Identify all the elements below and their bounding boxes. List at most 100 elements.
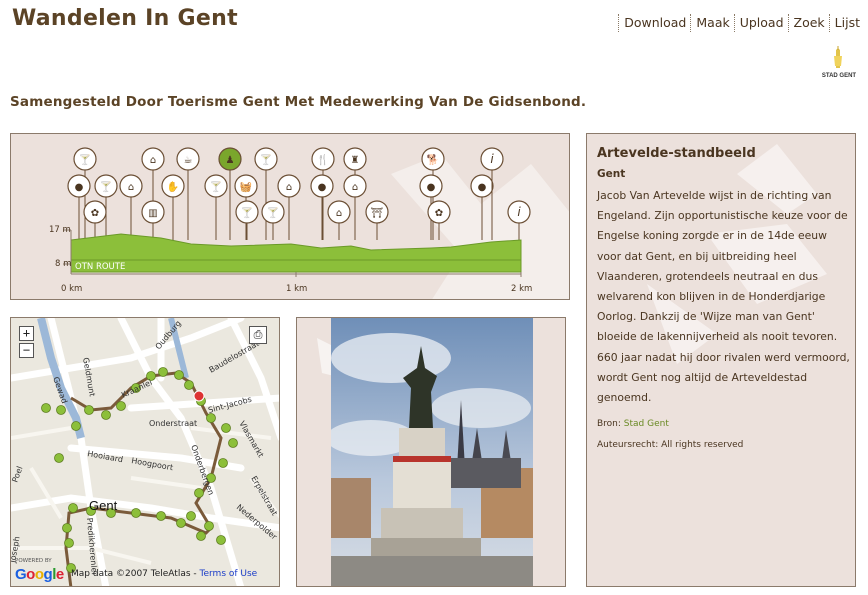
route-point-marker[interactable] <box>196 531 206 541</box>
y-label-17: 17 m <box>49 225 71 235</box>
wine-poi-icon[interactable]: 🍸 <box>204 174 228 240</box>
zoom-in-button[interactable]: + <box>19 326 34 341</box>
photo-panel <box>296 317 566 587</box>
route-point-marker[interactable] <box>68 503 78 513</box>
route-label: OTN ROUTE <box>75 262 125 272</box>
svg-text:⌂: ⌂ <box>286 182 292 193</box>
temple-poi-icon[interactable]: ⛩ <box>365 200 389 240</box>
google-logo[interactable]: Google <box>15 566 64 583</box>
svg-text:●: ● <box>427 182 436 193</box>
route-point-marker[interactable] <box>156 511 166 521</box>
poi-pins: 🍸● 🍸 ⌂⌂✋☕🍸♟🧺🍸⌂🍴●♜⌂🐕● ●i✿ ▥ 🍸 🍸 ⌂ ⛩ ✿ i <box>67 147 531 240</box>
svg-text:●: ● <box>318 182 327 193</box>
svg-text:🍸: 🍸 <box>210 180 222 193</box>
print-icon[interactable]: ⎙ <box>249 326 267 344</box>
y-label-8: 8 m <box>55 259 71 269</box>
svg-text:🧺: 🧺 <box>240 181 252 193</box>
route-point-marker[interactable] <box>216 535 226 545</box>
svg-text:⌂: ⌂ <box>128 182 134 193</box>
svg-text:♟: ♟ <box>226 155 235 166</box>
svg-text:⌂: ⌂ <box>150 155 156 166</box>
house-poi-icon[interactable]: ⌂ <box>119 174 143 240</box>
route-point-marker[interactable] <box>62 523 72 533</box>
route-point-marker[interactable] <box>174 370 184 380</box>
svg-text:🍸: 🍸 <box>100 180 112 193</box>
nav-maak[interactable]: Maak <box>690 14 733 32</box>
route-point-marker[interactable] <box>131 508 141 518</box>
svg-text:●: ● <box>75 182 84 193</box>
nav-download[interactable]: Download <box>618 14 690 32</box>
elevation-chart: 🍸● 🍸 ⌂⌂✋☕🍸♟🧺🍸⌂🍴●♜⌂🐕● ●i✿ ▥ 🍸 🍸 ⌂ ⛩ ✿ i OTN ROUTE 1… <box>49 147 532 294</box>
x-label-0km: 0 km <box>61 284 82 294</box>
building-poi-icon[interactable]: ▥ <box>141 200 165 240</box>
svg-text:⌂: ⌂ <box>352 182 358 193</box>
poi-info-panel: Artevelde-standbeeld Gent Jacob Van Arte… <box>586 133 856 587</box>
source-link[interactable]: Stad Gent <box>624 419 669 429</box>
hand-poi-icon[interactable]: ✋ <box>161 174 185 240</box>
route-point-marker[interactable] <box>176 518 186 528</box>
svg-text:🐕: 🐕 <box>427 153 439 166</box>
route-point-marker[interactable] <box>221 423 231 433</box>
elevation-profile-panel: 🍸 ● 🍸 ⌂ ⌂ ✋ ☕ 🍸 ♟ 🧺 🍸 ⌂ 🍴 ● ♜ ⌂ 🐕 ● ● i ✿ ▥ 🍸 🍸 ⌂ ⛩ ✿ i OTN ROUTE 1… <box>10 133 570 300</box>
artevelde-statue-photo[interactable] <box>331 318 533 586</box>
nav-zoek[interactable]: Zoek <box>787 14 829 32</box>
poi-description: Jacob Van Artevelde wijst in de richting… <box>597 189 850 405</box>
map-canvas[interactable]: Oudburg Geldmunt Kraanlei Baudelostraat … <box>11 318 280 587</box>
svg-text:⌂: ⌂ <box>336 208 342 219</box>
route-point-marker[interactable] <box>158 367 168 377</box>
zoom-out-button[interactable]: − <box>19 343 34 358</box>
house-poi-icon[interactable]: ⌂ <box>327 200 351 240</box>
current-location-marker <box>193 390 205 402</box>
route-point-marker[interactable] <box>206 413 216 423</box>
svg-text:●: ● <box>478 182 487 193</box>
svg-text:✿: ✿ <box>435 208 443 219</box>
poi-copyright: Auteursrecht: All rights reserved <box>597 440 744 450</box>
terrain-profile <box>70 233 522 261</box>
dot-poi-icon[interactable]: ● <box>470 174 494 240</box>
svg-text:🍴: 🍴 <box>317 153 329 166</box>
info-poi-icon[interactable]: i <box>507 200 531 240</box>
powered-by-label: POWERED BY <box>15 558 52 564</box>
top-nav: Download Maak Upload Zoek Lijst <box>618 14 864 32</box>
route-point-marker[interactable] <box>186 511 196 521</box>
route-point-marker[interactable] <box>218 458 228 468</box>
statue-photo-image <box>331 318 533 586</box>
route-point-marker[interactable] <box>204 521 214 531</box>
route-point-marker[interactable] <box>101 410 111 420</box>
x-label-1km: 1 km <box>286 284 307 294</box>
route-point-marker[interactable] <box>71 421 81 431</box>
svg-text:⛩: ⛩ <box>371 207 384 219</box>
stad-gent-logo[interactable]: STAD GENT <box>816 46 862 82</box>
svg-text:▥: ▥ <box>148 208 157 219</box>
map-city-label: Gent <box>89 498 118 513</box>
wine-poi-icon[interactable]: 🍸 <box>235 200 259 240</box>
map-street: Onderstraat <box>149 419 197 428</box>
route-point-marker[interactable] <box>64 538 74 548</box>
svg-text:🍸: 🍸 <box>260 153 272 166</box>
svg-text:🍸: 🍸 <box>79 153 91 166</box>
route-point-marker[interactable] <box>56 405 66 415</box>
nav-lijst[interactable]: Lijst <box>828 14 864 32</box>
route-point-marker[interactable] <box>184 380 194 390</box>
route-point-marker[interactable] <box>194 488 204 498</box>
wine-poi-icon[interactable]: 🍸 <box>261 200 285 240</box>
site-title: Wandelen In Gent <box>12 6 238 31</box>
terms-of-use-link[interactable]: Terms of Use <box>200 569 258 579</box>
svg-text:☕: ☕ <box>184 155 193 166</box>
flower-poi-icon[interactable]: ✿ <box>83 200 107 240</box>
svg-text:🍸: 🍸 <box>267 206 279 219</box>
route-point-marker[interactable] <box>84 405 94 415</box>
nav-upload[interactable]: Upload <box>733 14 788 32</box>
route-point-marker[interactable] <box>41 403 51 413</box>
route-point-marker[interactable] <box>228 438 238 448</box>
poi-source: Bron: Stad Gent <box>597 419 669 429</box>
poi-title: Artevelde-standbeeld <box>597 146 756 161</box>
svg-text:✿: ✿ <box>91 208 99 219</box>
stad-gent-logo-image: STAD GENT <box>822 46 856 79</box>
wine-poi-icon[interactable]: 🍸 <box>254 147 278 240</box>
route-bar <box>70 259 522 273</box>
route-map[interactable]: Oudburg Geldmunt Kraanlei Baudelostraat … <box>10 317 280 587</box>
page-subtitle: Samengesteld Door Toerisme Gent Met Mede… <box>10 94 587 110</box>
route-point-marker[interactable] <box>54 453 64 463</box>
route-point-marker[interactable] <box>116 401 126 411</box>
